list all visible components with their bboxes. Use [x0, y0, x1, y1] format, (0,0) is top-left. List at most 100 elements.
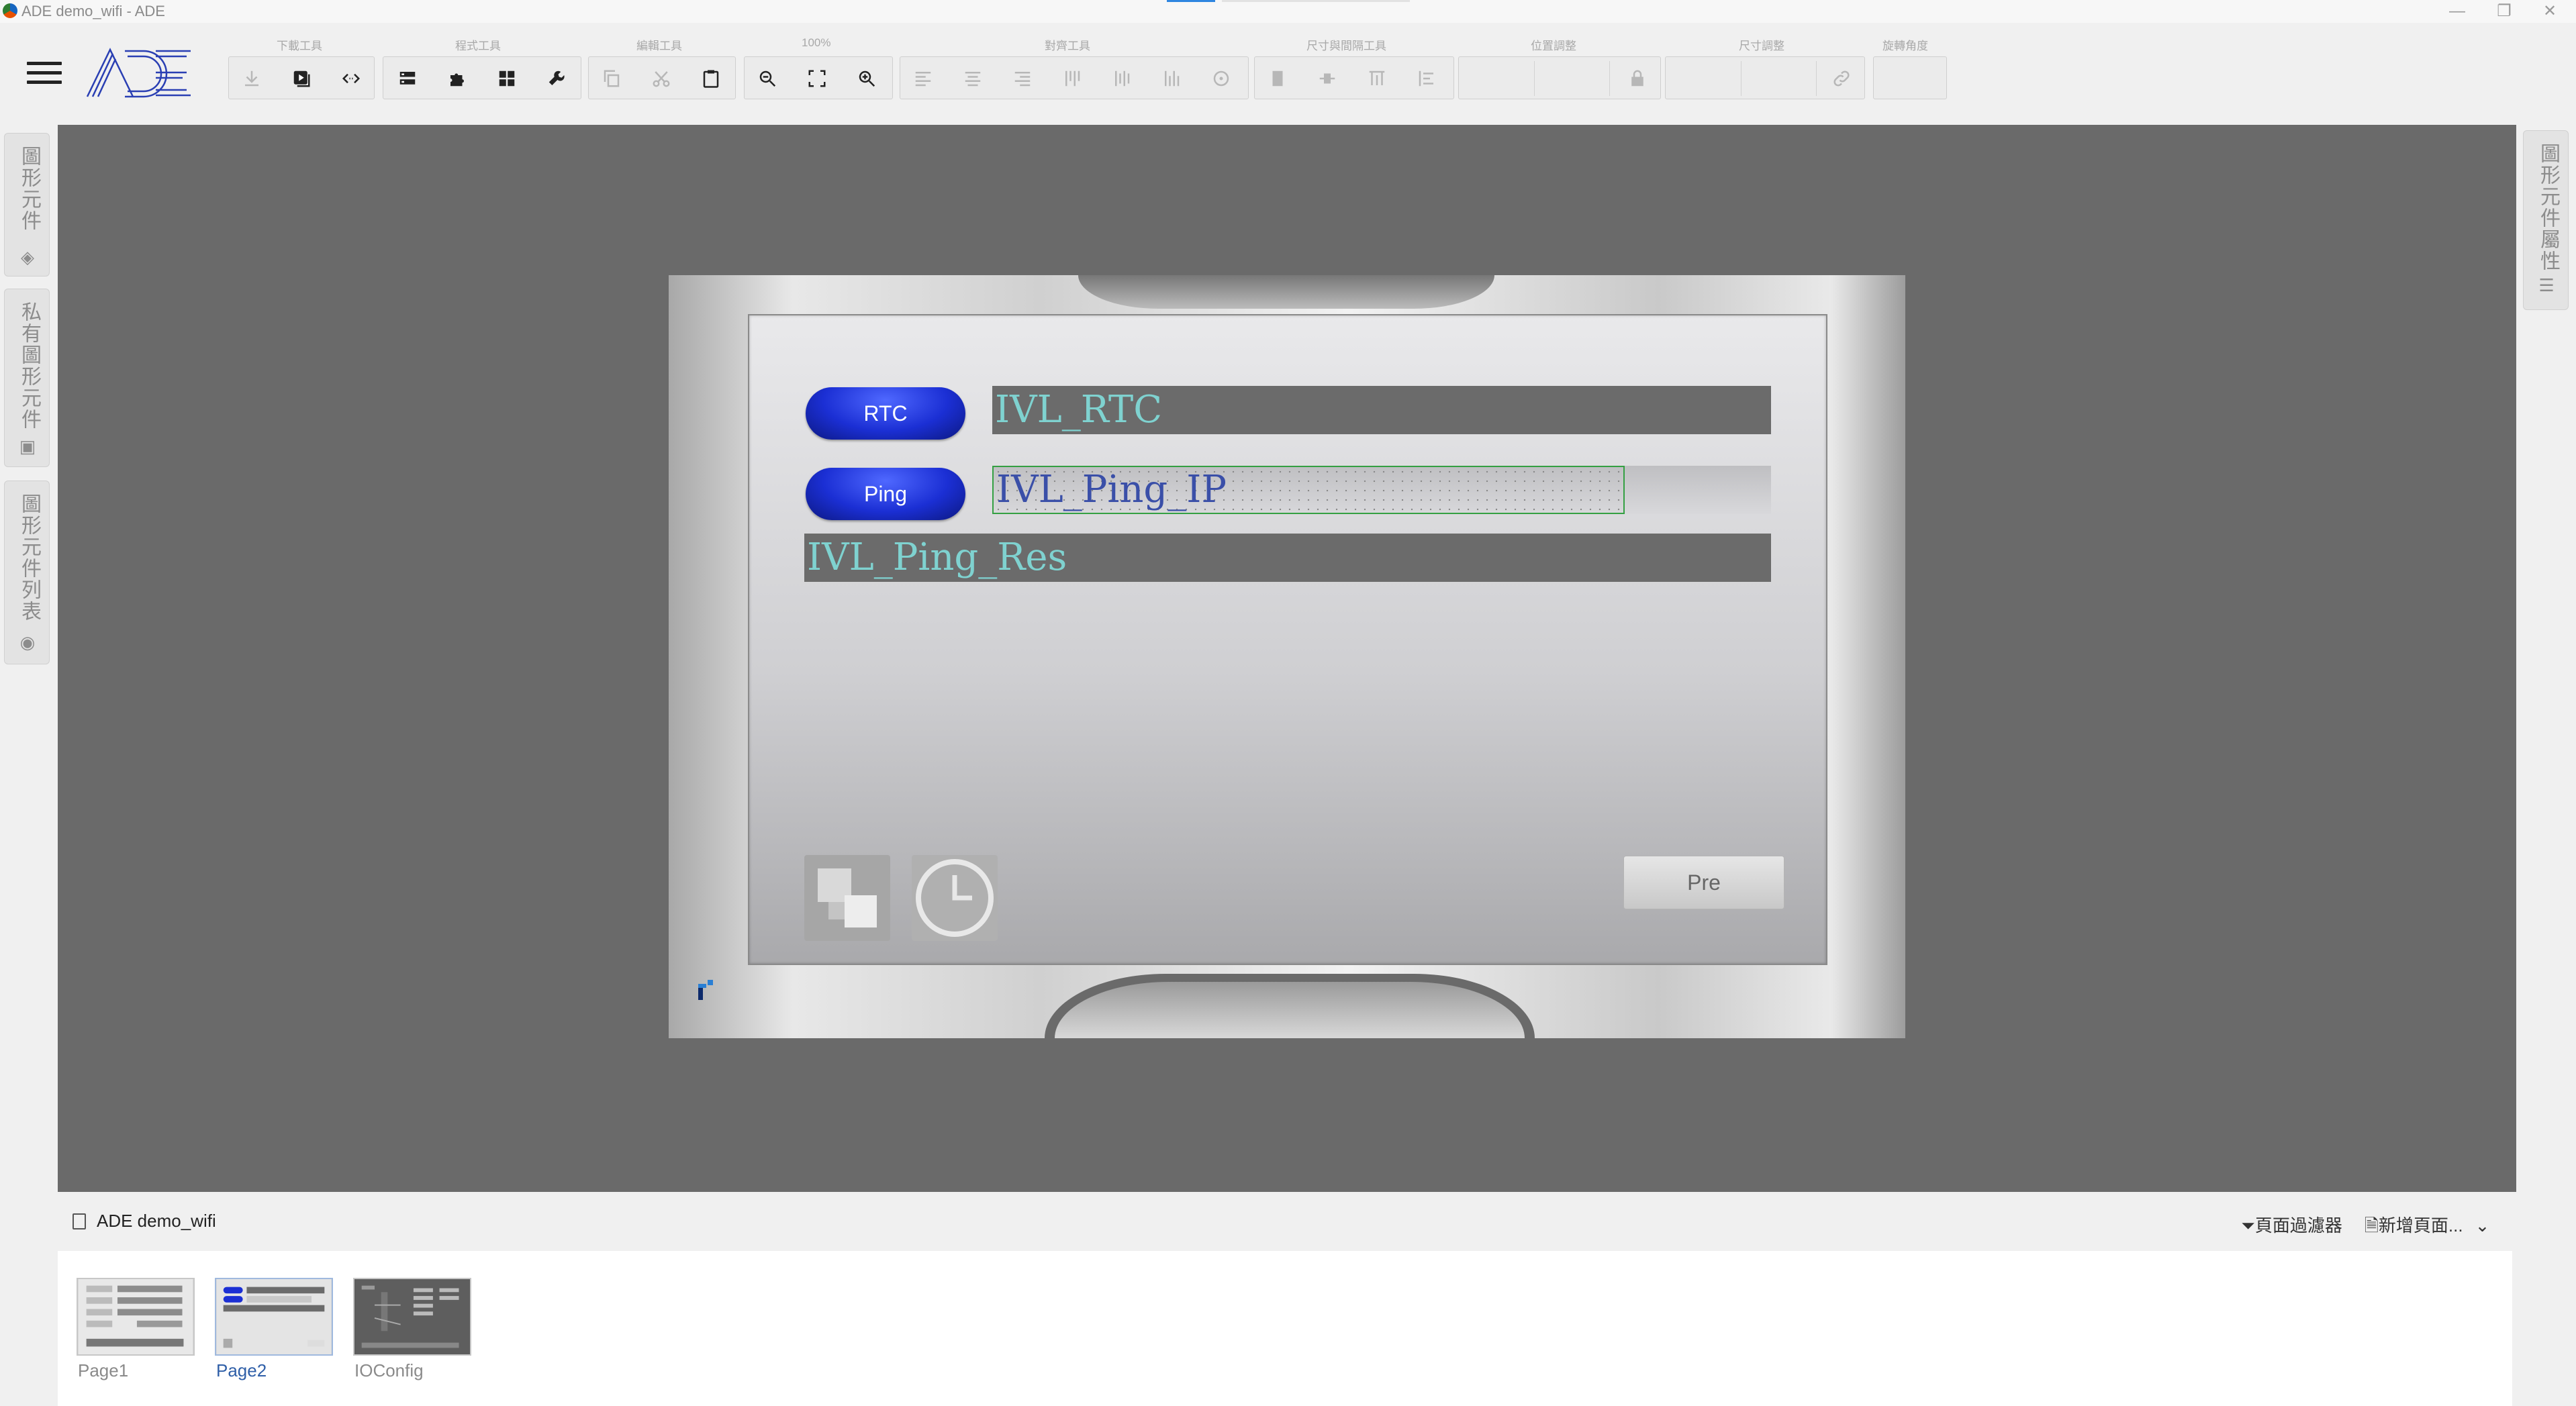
- zoom-level: 100%: [802, 36, 831, 49]
- zoom-out-button[interactable]: [747, 62, 788, 95]
- ping-ip-field[interactable]: IVL_Ping_IP: [992, 466, 1625, 514]
- ade-logo: [86, 48, 191, 98]
- ping-result-field[interactable]: IVL_Ping_Res: [804, 534, 1771, 582]
- play-box-icon: [293, 70, 310, 87]
- align-center-button[interactable]: [953, 62, 993, 95]
- group-label-program: 程式工具: [455, 40, 501, 52]
- wrench-icon: [548, 70, 565, 85]
- program-tools-group: [383, 56, 581, 99]
- link-icon: [1833, 70, 1850, 87]
- bezel-top-notch: [1078, 275, 1494, 309]
- eye-icon: ◉: [19, 632, 36, 652]
- image-placeholder-icon[interactable]: [804, 855, 890, 941]
- same-width-icon: [1272, 70, 1283, 87]
- download-tools-group: [228, 56, 375, 99]
- group-label-align: 對齊工具: [1045, 40, 1090, 52]
- scissors-icon: [653, 71, 670, 87]
- align-middle-button[interactable]: [1102, 62, 1142, 95]
- code-view-button[interactable]: [331, 62, 371, 95]
- same-width-button[interactable]: [1257, 62, 1298, 95]
- align-right-button[interactable]: [1002, 62, 1043, 95]
- title-tab-indicator: [1167, 0, 1215, 2]
- size-spacing-tools-group: [1254, 56, 1454, 99]
- size-tools-group: [1665, 56, 1865, 99]
- title-bar: ADE demo_wifi - ADE — ❐ ✕: [0, 0, 2576, 23]
- sidebar-tab-component-list[interactable]: 圖形元件列表 ◉: [4, 481, 50, 664]
- center-point-button[interactable]: [1201, 62, 1241, 95]
- page-thumbnail-page2[interactable]: [215, 1278, 333, 1356]
- sidebar-tab-components[interactable]: 圖形元件 ◈: [4, 133, 50, 277]
- align-tools-group: [900, 56, 1249, 99]
- chevron-down-icon[interactable]: ⌄: [2475, 1215, 2490, 1236]
- database-button[interactable]: [387, 62, 428, 95]
- project-header: ADE demo_wifi ⏷頁面過濾器 🗎新增頁面... ⌄: [58, 1192, 2516, 1251]
- link-size-button[interactable]: [1821, 62, 1862, 95]
- sidebar-tab-label: 圖形元件列表: [18, 493, 40, 622]
- sidebar-tab-label: 圖形元件: [18, 146, 40, 232]
- project-name: ADE demo_wifi: [97, 1211, 216, 1231]
- lock-icon: [1631, 70, 1643, 87]
- align-bottom-icon: [1165, 70, 1180, 87]
- sidebar-tab-private-components[interactable]: 私有圖形元件 ▣: [4, 289, 50, 467]
- add-page-label: 新增頁面...: [2378, 1215, 2463, 1236]
- h-spacing-button[interactable]: [1357, 62, 1397, 95]
- app-logo-icon: [3, 3, 17, 18]
- plugin-button[interactable]: [437, 62, 477, 95]
- fullscreen-icon: [808, 70, 826, 87]
- zoom-out-icon: [759, 70, 776, 87]
- right-sidebar: 圖形元件屬性 ☰: [2516, 125, 2576, 1373]
- bezel-bottom-notch-inner: [1055, 982, 1525, 1038]
- clock-icon[interactable]: [912, 855, 998, 941]
- zoom-in-button[interactable]: [847, 62, 887, 95]
- page-thumbnails: Page1 Page2 IOConfig: [58, 1251, 2512, 1406]
- menu-icon[interactable]: [27, 62, 62, 85]
- add-page-button[interactable]: 🗎新增頁面... ⌄: [2365, 1212, 2489, 1243]
- run-simulation-button[interactable]: [281, 62, 322, 95]
- align-left-icon: [915, 72, 931, 87]
- title-tab-track: [1222, 0, 1410, 2]
- align-top-icon: [1065, 70, 1080, 87]
- page-label-page1: Page1: [78, 1360, 129, 1380]
- ping-button[interactable]: Ping: [806, 468, 965, 520]
- page-thumbnail-ioconfig[interactable]: [353, 1278, 471, 1356]
- zoom-tools-group: [744, 56, 893, 99]
- align-left-button[interactable]: [903, 62, 943, 95]
- sidebar-tab-label: 圖形元件屬性: [2537, 143, 2559, 272]
- sidebar-tab-component-properties[interactable]: 圖形元件屬性 ☰: [2523, 130, 2569, 310]
- align-top-button[interactable]: [1052, 62, 1092, 95]
- align-middle-icon: [1115, 70, 1130, 87]
- page-filter-button[interactable]: ⏷頁面過濾器: [2241, 1212, 2342, 1237]
- puzzle-icon: [450, 73, 464, 87]
- pre-button[interactable]: Pre: [1623, 856, 1784, 909]
- paste-button[interactable]: [691, 62, 731, 95]
- restore-button[interactable]: ❐: [2484, 0, 2524, 23]
- widgets-button[interactable]: [487, 62, 527, 95]
- download-button[interactable]: [232, 62, 272, 95]
- rtc-button[interactable]: RTC: [806, 387, 965, 440]
- filter-icon: ⏷: [2241, 1215, 2255, 1236]
- sliders-icon: ☰: [2538, 275, 2555, 295]
- same-height-button[interactable]: [1307, 62, 1347, 95]
- group-label-size-spacing: 尺寸與間隔工具: [1306, 40, 1386, 52]
- v-spacing-icon: [1419, 70, 1433, 87]
- copy-icon: [604, 70, 620, 87]
- page-label-ioconfig: IOConfig: [354, 1360, 424, 1380]
- grid-icon: [499, 70, 515, 87]
- page-thumbnail-page1[interactable]: [77, 1278, 195, 1356]
- page-label-page2: Page2: [216, 1360, 267, 1380]
- minimize-button[interactable]: —: [2437, 0, 2477, 23]
- group-label-edit: 編輯工具: [636, 40, 682, 52]
- same-height-icon: [1319, 73, 1335, 84]
- rtc-value-field[interactable]: IVL_RTC: [992, 386, 1771, 434]
- download-icon: [245, 70, 258, 87]
- window-title: ADE demo_wifi - ADE: [21, 3, 165, 19]
- close-button[interactable]: ✕: [2530, 0, 2570, 23]
- settings-button[interactable]: [536, 62, 577, 95]
- copy-button[interactable]: [591, 62, 632, 95]
- cut-button[interactable]: [641, 62, 681, 95]
- server-icon: [399, 72, 416, 85]
- lock-position-button[interactable]: [1617, 62, 1658, 95]
- align-bottom-button[interactable]: [1151, 62, 1192, 95]
- fit-screen-button[interactable]: [797, 62, 837, 95]
- v-spacing-button[interactable]: [1406, 62, 1447, 95]
